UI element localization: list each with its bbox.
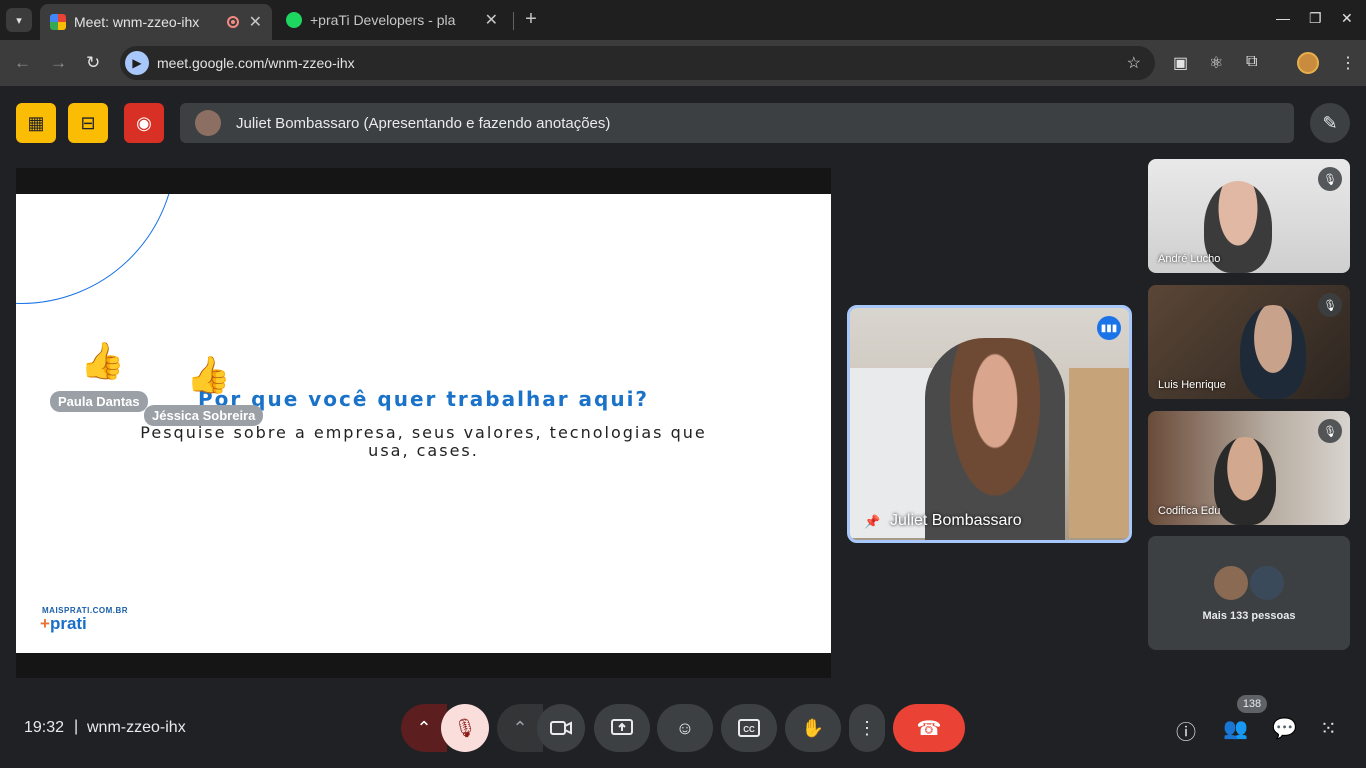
present-screen-icon [611, 719, 633, 735]
thumbs-up-reaction-icon: 👍 [80, 340, 125, 381]
presenting-label: Juliet Bombassaro (Apresentando e fazend… [236, 114, 611, 132]
speaker-name: Juliet Bombassaro [890, 512, 1022, 529]
raise-hand-button[interactable]: ✋ [785, 704, 841, 752]
close-icon[interactable]: ✕ [249, 12, 262, 32]
meet-header: ▦ ⊟ ◉ Juliet Bombassaro (Apresentando e … [0, 86, 1366, 160]
omnibox[interactable]: ▶ meet.google.com/wnm-zzeo-ihx ☆ [120, 46, 1155, 80]
url-text[interactable]: meet.google.com/wnm-zzeo-ihx [157, 55, 355, 71]
video-background [1069, 368, 1129, 538]
spotify-icon [286, 12, 302, 28]
pin-icon[interactable]: 📌 [864, 514, 880, 530]
extension-react-icon[interactable]: ⚛ [1209, 53, 1223, 73]
tab-title: +praTi Developers - pla [310, 12, 456, 28]
host-controls-button[interactable]: ▦ [16, 103, 56, 143]
participant-tile[interactable]: 🎙 André Lucho [1148, 159, 1350, 273]
leave-call-button[interactable]: ☎ [893, 704, 965, 752]
active-speaker-tile[interactable]: ▮▮▮ 📌 Juliet Bombassaro [847, 305, 1132, 543]
mic-off-icon: 🎙 [1318, 419, 1342, 443]
presenting-banner: Juliet Bombassaro (Apresentando e fazend… [180, 103, 1294, 143]
forward-icon[interactable]: → [50, 53, 67, 73]
recording-indicator-icon [226, 16, 239, 28]
tab-spotify[interactable]: +praTi Developers - pla ✕ [276, 4, 508, 36]
maximize-icon[interactable]: ❐ [1309, 10, 1322, 27]
activities-grid-icon[interactable]: ⁙ [1320, 716, 1337, 741]
google-meet-icon [50, 14, 66, 30]
more-options-button[interactable]: ⋮ [849, 704, 885, 752]
close-window-icon[interactable]: ✕ [1341, 10, 1353, 27]
bookmark-star-icon[interactable]: ☆ [1127, 53, 1141, 73]
mic-off-icon: 🎙 [453, 717, 477, 738]
chat-icon[interactable]: 💬 [1272, 716, 1297, 741]
meeting-controls-bar: 19:32 | wnm-zzeo-ihx ⌃ 🎙 ⌃ ☺ CC ✋ ⋮ ☎ ⓘ … [0, 690, 1366, 768]
back-icon[interactable]: ← [14, 53, 31, 73]
present-screen-button[interactable] [594, 704, 650, 752]
speaking-indicator-icon: ▮▮▮ [1097, 316, 1121, 340]
more-participants-label: Mais 133 pessoas [1202, 610, 1296, 622]
chevron-up-icon: ⌃ [512, 717, 528, 738]
tab-search-button[interactable]: ▾ [6, 8, 32, 32]
emoji-icon: ☺ [675, 717, 695, 738]
slide-logo: +prati [40, 614, 87, 634]
people-icon[interactable]: 👥 [1223, 716, 1248, 741]
meeting-time: 19:32 [24, 719, 65, 736]
host-controls-icon: ▦ [27, 112, 45, 133]
camera-toggle-button[interactable] [537, 704, 585, 752]
tab-meet[interactable]: Meet: wnm-zzeo-ihx ✕ [40, 4, 272, 40]
participant-name: André Lucho [1158, 253, 1221, 265]
reactions-button[interactable]: ☺ [657, 704, 713, 752]
avatar [1212, 564, 1250, 602]
slide-decoration-arc [16, 194, 176, 304]
more-participants-tile[interactable]: Mais 133 pessoas [1148, 536, 1350, 650]
profile-avatar[interactable] [1297, 52, 1319, 74]
mic-off-icon: 🎙 [1318, 167, 1342, 191]
close-icon[interactable]: ✕ [485, 10, 498, 30]
kebab-menu-icon: ⋮ [858, 717, 876, 738]
minimize-icon[interactable]: — [1276, 10, 1290, 26]
logo-plus: + [40, 614, 50, 633]
presenter-avatar [195, 110, 221, 136]
meeting-code: wnm-zzeo-ihx [87, 719, 186, 736]
chevron-up-icon: ⌃ [416, 717, 432, 738]
recording-button[interactable]: ◉ [124, 103, 164, 143]
microphone-toggle-button[interactable]: 🎙 [441, 704, 489, 752]
pen-icon: ✎ [1322, 112, 1338, 133]
time-code-separator: | [74, 718, 79, 735]
svg-text:CC: CC [743, 725, 755, 734]
browser-tab-strip: ▾ Meet: wnm-zzeo-ihx ✕ +praTi Developers… [0, 0, 1366, 40]
logo-text: prati [49, 614, 87, 633]
thumbs-up-reaction-icon: 👍 [186, 354, 231, 395]
info-icon[interactable]: ⓘ [1176, 716, 1196, 745]
participant-tile[interactable]: 🎙 Luis Henrique [1148, 285, 1350, 399]
hand-icon: ✋ [801, 717, 825, 738]
slide-subtitle: Pesquise sobre a empresa, seus valores, … [140, 423, 707, 460]
door-icon: ⊟ [80, 112, 96, 133]
tab-divider [513, 12, 514, 30]
record-icon: ◉ [136, 112, 152, 133]
site-info-icon[interactable]: ▶ [125, 51, 149, 75]
participant-count-badge: 138 [1237, 695, 1267, 713]
reaction-name: Jéssica Sobreira [144, 405, 264, 426]
participant-name: Luis Henrique [1158, 379, 1226, 391]
reload-icon[interactable]: ↻ [86, 53, 100, 73]
participant-name: Codifica Edu [1158, 505, 1221, 517]
annotate-button[interactable]: ✎ [1310, 103, 1350, 143]
avatar [1248, 564, 1286, 602]
phone-hangup-icon: ☎ [916, 717, 942, 740]
participant-tile[interactable]: 🎙 Codifica Edu [1148, 411, 1350, 525]
captions-button[interactable]: CC [721, 704, 777, 752]
video-camera-icon [550, 721, 572, 735]
new-tab-button[interactable]: + [520, 8, 542, 30]
breakout-rooms-button[interactable]: ⊟ [68, 103, 108, 143]
tab-title: Meet: wnm-zzeo-ihx [74, 14, 200, 30]
participant-video [1240, 305, 1306, 399]
reaction-name: Paula Dantas [50, 391, 148, 412]
address-toolbar: ← → ↻ ▶ meet.google.com/wnm-zzeo-ihx ☆ ▣… [0, 40, 1366, 86]
menu-kebab-icon[interactable]: ⋮ [1340, 53, 1356, 73]
mic-off-icon: 🎙 [1318, 293, 1342, 317]
participant-video [1214, 437, 1276, 525]
captions-icon: CC [738, 719, 760, 737]
tab-share-icon[interactable]: ▣ [1173, 53, 1188, 73]
extensions-puzzle-icon[interactable]: ⧉ [1246, 53, 1257, 71]
presentation-slide: Por que você quer trabalhar aqui? Pesqui… [16, 194, 831, 653]
